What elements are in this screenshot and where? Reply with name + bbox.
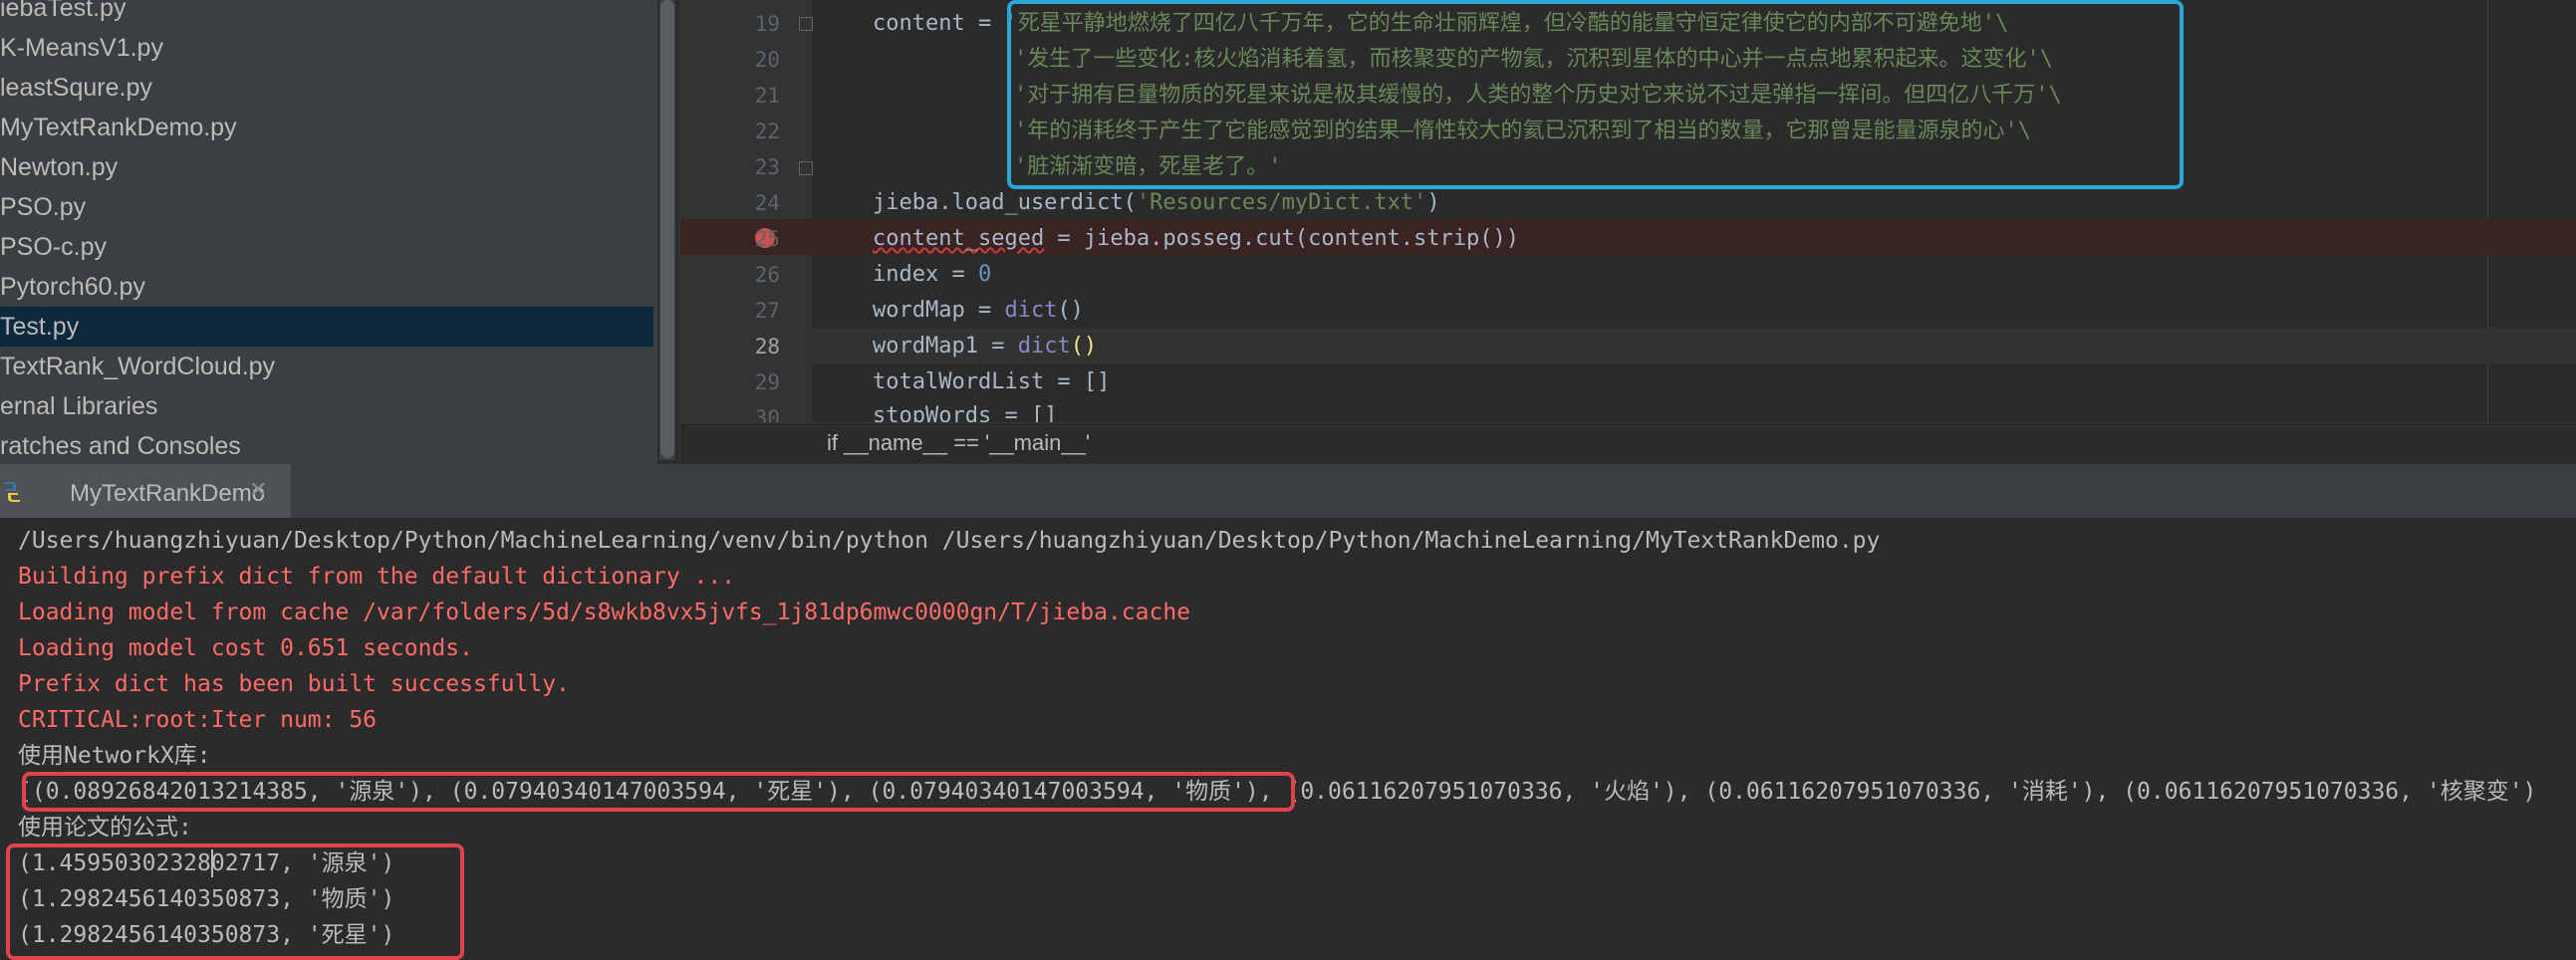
tree-item[interactable]: TextRank_WordCloud.py bbox=[0, 347, 653, 386]
line-number: 29 bbox=[754, 370, 780, 394]
tree-item[interactable]: PSO-c.py bbox=[0, 227, 653, 267]
python-file-icon bbox=[4, 482, 20, 502]
tree-item[interactable]: iebaTest.py bbox=[0, 0, 653, 28]
tree-item-label: ernal Libraries bbox=[0, 392, 158, 420]
run-tab-label: MyTextRankDemo bbox=[70, 480, 266, 507]
annotation-box-red bbox=[22, 772, 1295, 812]
code-line-27[interactable]: wordMap = dict() bbox=[873, 293, 1084, 329]
run-tab-bar bbox=[0, 464, 2576, 519]
code-token: ) bbox=[1426, 190, 1440, 215]
line-number: 26 bbox=[754, 263, 780, 287]
line-number: 21 bbox=[754, 84, 780, 108]
tree-scrollbar-thumb[interactable] bbox=[660, 0, 674, 458]
tree-item-label: PSO.py bbox=[0, 193, 87, 221]
string-literal: 'Resources/myDict.txt' bbox=[1136, 190, 1427, 215]
tree-item-label: PSO-c.py bbox=[0, 233, 107, 261]
code-token: jieba.load_userdict( bbox=[873, 190, 1137, 215]
code-line-29[interactable]: totalWordList = [] bbox=[873, 364, 1110, 400]
code-token: () bbox=[1057, 298, 1084, 323]
line-number: 24 bbox=[754, 191, 780, 215]
console-line: 使用NetworkX库: bbox=[18, 743, 211, 769]
annotation-box-red bbox=[6, 843, 464, 960]
tree-item[interactable]: Pytorch60.py bbox=[0, 267, 653, 307]
builtin-token: dict bbox=[1017, 334, 1071, 359]
tree-item-label: Newton.py bbox=[0, 153, 119, 181]
code-line-24[interactable]: jieba.load_userdict('Resources/myDict.tx… bbox=[873, 185, 1440, 221]
project-tree: iebaTest.py K-MeansV1.py leastSqure.py M… bbox=[0, 0, 657, 464]
code-token: wordMap = bbox=[873, 298, 1005, 323]
console-line-error: Prefix dict has been built successfully. bbox=[18, 671, 570, 697]
tree-item[interactable]: leastSqure.py bbox=[0, 68, 653, 108]
tree-item-label: TextRank_WordCloud.py bbox=[0, 353, 276, 380]
line-number: 19 bbox=[754, 12, 780, 36]
tree-item-label: leastSqure.py bbox=[0, 74, 152, 102]
tree-item[interactable]: Newton.py bbox=[0, 147, 653, 187]
tree-item[interactable]: K-MeansV1.py bbox=[0, 28, 653, 68]
code-line-28[interactable]: wordMap1 = dict() bbox=[873, 329, 1097, 364]
tree-item-label: Pytorch60.py bbox=[0, 273, 145, 301]
warning-token: content_seged bbox=[873, 226, 1045, 251]
console-line-error: Building prefix dict from the default di… bbox=[18, 564, 736, 590]
tree-item[interactable]: MyTextRankDemo.py bbox=[0, 108, 653, 147]
fold-marker-icon[interactable] bbox=[799, 161, 813, 175]
tree-item-label: Test.py bbox=[0, 313, 80, 341]
matched-bracket: () bbox=[1070, 334, 1098, 359]
code-token: = jieba.posseg.cut(content.strip()) bbox=[1044, 226, 1520, 251]
tree-item-selected[interactable]: Test.py bbox=[0, 307, 653, 347]
line-number: 27 bbox=[754, 299, 780, 323]
tree-item-external-libraries[interactable]: ernal Libraries bbox=[0, 386, 653, 426]
close-icon[interactable]: ✕ bbox=[249, 478, 267, 503]
tree-item-label: ratches and Consoles bbox=[0, 432, 241, 460]
builtin-token: dict bbox=[1004, 298, 1058, 323]
code-token: wordMap1 = bbox=[873, 334, 1018, 359]
number-literal: 0 bbox=[977, 262, 992, 287]
annotation-box-blue bbox=[1007, 0, 2184, 189]
tree-item[interactable]: PSO.py bbox=[0, 187, 653, 227]
code-line-26[interactable]: index = 0 bbox=[873, 257, 991, 293]
code-line-25[interactable]: content_seged = jieba.posseg.cut(content… bbox=[873, 221, 1519, 257]
code-token: content = bbox=[873, 11, 1005, 36]
line-number: 20 bbox=[754, 48, 780, 72]
code-line-30[interactable]: stopWords = [] bbox=[873, 398, 1057, 422]
line-number: 25 bbox=[754, 227, 780, 251]
console-line: /Users/huangzhiyuan/Desktop/Python/Machi… bbox=[18, 528, 1881, 554]
line-number-active: 28 bbox=[754, 335, 780, 359]
console-line-error: Loading model cost 0.651 seconds. bbox=[18, 635, 473, 661]
tree-item-label: iebaTest.py bbox=[0, 0, 127, 22]
console-line-error: Loading model from cache /var/folders/5d… bbox=[18, 600, 1191, 625]
console-line: 使用论文的公式: bbox=[18, 815, 192, 840]
breadcrumb[interactable]: if __name__ == '__main__' bbox=[827, 430, 1090, 456]
tree-item-label: K-MeansV1.py bbox=[0, 34, 163, 62]
fold-marker-icon[interactable] bbox=[799, 17, 813, 31]
line-number: 23 bbox=[754, 155, 780, 179]
console-line-error: CRITICAL:root:Iter num: 56 bbox=[18, 707, 378, 733]
line-number: 22 bbox=[754, 120, 780, 143]
tree-item-label: MyTextRankDemo.py bbox=[0, 114, 237, 141]
tree-item-scratches[interactable]: ratches and Consoles bbox=[0, 426, 653, 464]
code-token: index = bbox=[873, 262, 978, 287]
